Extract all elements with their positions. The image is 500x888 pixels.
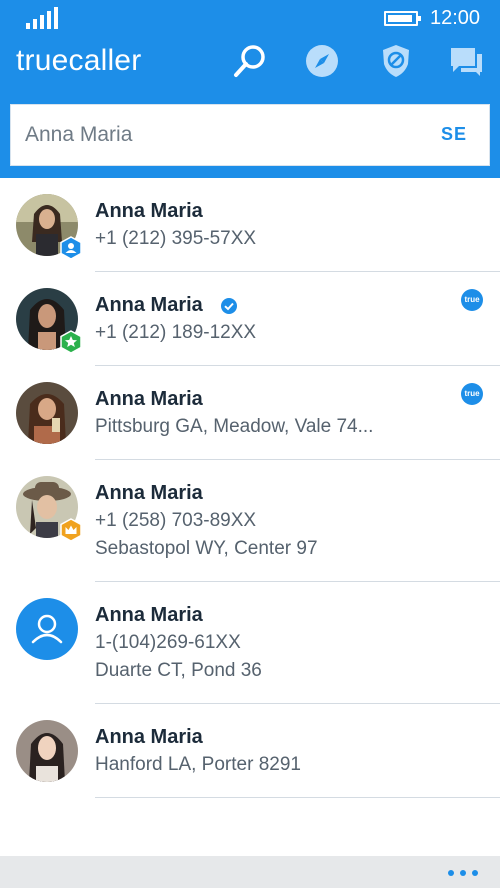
contact-phone: 1-(104)269-61XX xyxy=(95,632,241,653)
contact-row[interactable]: Anna Maria Hanford LA, Porter 8291 xyxy=(0,704,500,798)
contact-row[interactable]: Anna Maria true Pittsburg GA, Meadow, Va… xyxy=(0,366,500,460)
search-input[interactable] xyxy=(25,120,405,150)
contact-address: Duarte CT, Pond 36 xyxy=(95,660,262,681)
search-icon[interactable] xyxy=(231,42,269,80)
status-bar: 12:00 xyxy=(0,0,500,36)
verified-icon xyxy=(221,298,237,314)
divider xyxy=(95,797,500,798)
truecaller-badge: true xyxy=(461,289,483,311)
star-badge-icon xyxy=(59,330,83,354)
contact-row[interactable]: Anna Maria +1 (212) 395-57XX xyxy=(0,178,500,272)
app-brand: truecaller xyxy=(16,44,142,77)
contact-name: Anna Maria xyxy=(95,294,203,316)
contact-address: Hanford LA, Porter 8291 xyxy=(95,754,301,775)
contact-phone: +1 (212) 189-12XX xyxy=(95,322,257,343)
truecaller-badge: true xyxy=(461,383,483,405)
placeholder-avatar xyxy=(16,598,78,660)
contact-name: Anna Maria xyxy=(95,482,203,504)
contact-phone: +1 (212) 395-57XX xyxy=(95,228,257,249)
block-shield-icon[interactable] xyxy=(377,42,415,80)
app-header: 12:00 truecaller SE xyxy=(0,0,500,178)
contact-name: Anna Maria xyxy=(95,388,203,410)
compass-icon[interactable] xyxy=(303,42,341,80)
messages-icon[interactable] xyxy=(447,42,485,80)
search-box: SE xyxy=(10,104,490,166)
contact-row[interactable]: Anna Maria +1 (258) 703-89XX Sebastopol … xyxy=(0,460,500,582)
contact-name: Anna Maria xyxy=(95,726,203,748)
signal-icon xyxy=(26,7,58,29)
crown-badge-icon xyxy=(59,518,83,542)
contact-phone: +1 (258) 703-89XX xyxy=(95,510,257,531)
contact-name: Anna Maria xyxy=(95,200,203,222)
status-time: 12:00 xyxy=(430,7,481,29)
search-button[interactable]: SE xyxy=(441,124,467,145)
avatar xyxy=(16,382,78,444)
contact-name: Anna Maria xyxy=(95,604,203,626)
contact-address: Sebastopol WY, Center 97 xyxy=(95,538,318,559)
app-bar xyxy=(0,856,500,888)
contact-row[interactable]: Anna Maria 1-(104)269-61XX Duarte CT, Po… xyxy=(0,582,500,704)
battery-icon xyxy=(384,11,421,26)
avatar xyxy=(16,720,78,782)
user-badge-icon xyxy=(59,236,83,260)
contact-address: Pittsburg GA, Meadow, Vale 74... xyxy=(95,416,374,437)
more-options-icon[interactable] xyxy=(448,862,478,882)
contact-row[interactable]: Anna Maria true +1 (212) 189-12XX xyxy=(0,272,500,366)
